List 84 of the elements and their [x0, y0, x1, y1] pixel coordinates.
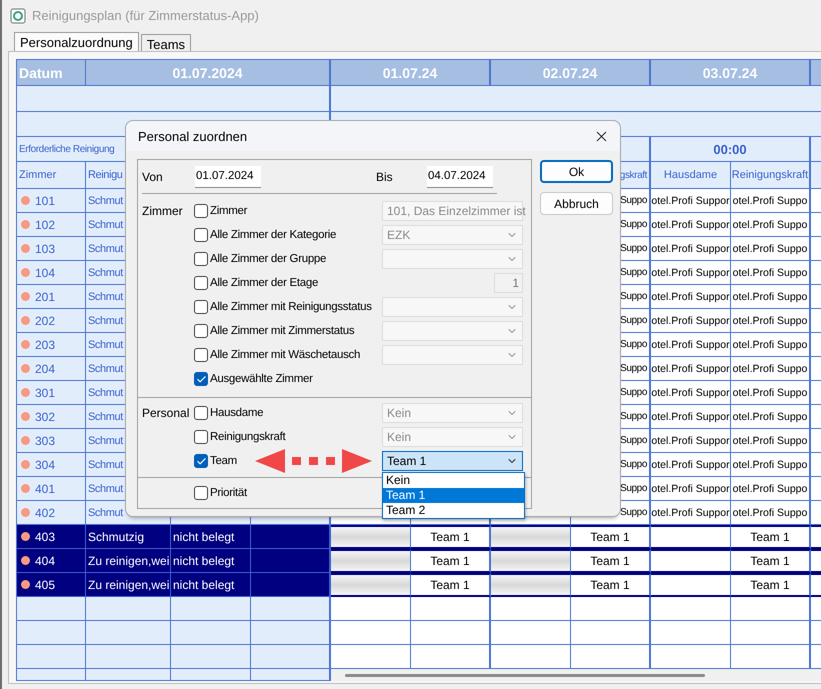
room-number: 405 [35, 578, 56, 592]
checkbox-label[interactable]: Priorität [210, 487, 247, 499]
table-cell: otel.Profi Suppor [651, 237, 731, 261]
column-header: Hausdame [651, 162, 731, 189]
table-cell: nicht belegt [171, 573, 251, 597]
dropdown-option[interactable]: Team 2 [383, 503, 524, 518]
checkbox-label[interactable]: Ausgewählte Zimmer [210, 373, 313, 385]
table-cell: Zu reinigen,weil [86, 573, 171, 597]
table-cell: otel.Profi Suppor [651, 477, 731, 501]
table-cell: otel.Profi Suppo [731, 333, 811, 357]
table-cell: Team 1 [571, 573, 651, 597]
room-number: 402 [35, 506, 56, 520]
table-cell: Team 1 [731, 549, 811, 573]
room-number: 404 [35, 554, 56, 568]
table-cell: otel.Profi Suppor [651, 285, 731, 309]
room-number: 303 [35, 434, 56, 448]
room-number: 104 [35, 266, 56, 280]
checkbox-label[interactable]: Team [210, 455, 237, 467]
dialog-button[interactable]: Ok [540, 160, 613, 183]
table-cell: otel.Profi Suppo [731, 453, 811, 477]
date-field[interactable]: 01.07.2024 [195, 166, 261, 188]
table-cell: otel.Profi Suppo [731, 189, 811, 213]
table-cell: Team 1 [571, 525, 651, 549]
room-number: 202 [35, 314, 56, 328]
table-cell: otel.Profi Suppo [731, 237, 811, 261]
table-cell: otel.Profi Suppo [731, 309, 811, 333]
table-cell: otel.Profi Suppo [731, 213, 811, 237]
date-field[interactable]: 04.07.2024 [427, 166, 493, 188]
column-header: Datum [17, 60, 86, 86]
tab[interactable]: Personalzuordnung [14, 32, 139, 51]
table-cell: Team 1 [411, 525, 491, 549]
room-number: 103 [35, 242, 56, 256]
table-cell: Team 1 [411, 573, 491, 597]
table-cell: otel.Profi Suppor [651, 357, 731, 381]
table-cell: otel.Profi Suppo [731, 405, 811, 429]
table-cell: otel.Profi Suppor [651, 333, 731, 357]
table-cell: otel.Profi Suppor [651, 381, 731, 405]
column-header: 01.07.2024 [86, 60, 331, 86]
room-number: 403 [35, 530, 56, 544]
table-cell: otel.Profi Suppor [651, 189, 731, 213]
room-number: 301 [35, 386, 56, 400]
table-cell: otel.Profi Suppor [651, 405, 731, 429]
room-number: 204 [35, 362, 56, 376]
table-cell: otel.Profi Suppo [731, 261, 811, 285]
table-cell: otel.Profi Suppor [651, 501, 731, 525]
table-cell: Team 1 [411, 549, 491, 573]
column-header: 02.07.24 [491, 60, 651, 86]
room-number: 304 [35, 458, 56, 472]
room-number: 203 [35, 338, 56, 352]
room-number: 201 [35, 290, 56, 304]
table-cell: nicht belegt [171, 549, 251, 573]
table-cell: Team 1 [571, 549, 651, 573]
field-label: Von [142, 170, 164, 184]
table-cell: otel.Profi Suppo [731, 501, 811, 525]
room-number: 401 [35, 482, 56, 496]
table-cell: otel.Profi Suppo [731, 381, 811, 405]
table-cell: 00:00 [651, 137, 811, 162]
table-cell: otel.Profi Suppo [731, 477, 811, 501]
table-cell: Team 1 [731, 573, 811, 597]
column-header: 03.07.24 [651, 60, 811, 86]
table-cell: otel.Profi Suppor [651, 309, 731, 333]
table-cell: nicht belegt [171, 525, 251, 549]
column-header: 01.07.24 [331, 60, 491, 86]
table-cell: otel.Profi Suppo [731, 429, 811, 453]
dropdown-option[interactable]: Team 1 [383, 488, 524, 503]
window-title: Reinigungsplan (für Zimmerstatus-App) [32, 8, 259, 23]
column-header: Reinigungskraft [731, 162, 811, 189]
table-cell: otel.Profi Suppor [651, 213, 731, 237]
column-header: Zimmer [17, 162, 86, 189]
table-cell: otel.Profi Suppor [651, 453, 731, 477]
dropdown-option[interactable]: Kein [383, 473, 524, 488]
room-number: 302 [35, 410, 56, 424]
table-cell: Schmutzig [86, 525, 171, 549]
table-cell: otel.Profi Suppo [731, 285, 811, 309]
field-label: Bis [376, 170, 394, 184]
table-cell: Zu reinigen,weil [86, 549, 171, 573]
table-cell: otel.Profi Suppor [651, 429, 731, 453]
dialog-button[interactable]: Abbruch [540, 192, 613, 215]
room-number: 102 [35, 218, 56, 232]
table-cell: otel.Profi Suppo [731, 357, 811, 381]
room-number: 101 [35, 194, 56, 208]
tab[interactable]: Teams [140, 34, 192, 51]
table-cell: otel.Profi Suppor [651, 261, 731, 285]
table-cell: Team 1 [731, 525, 811, 549]
